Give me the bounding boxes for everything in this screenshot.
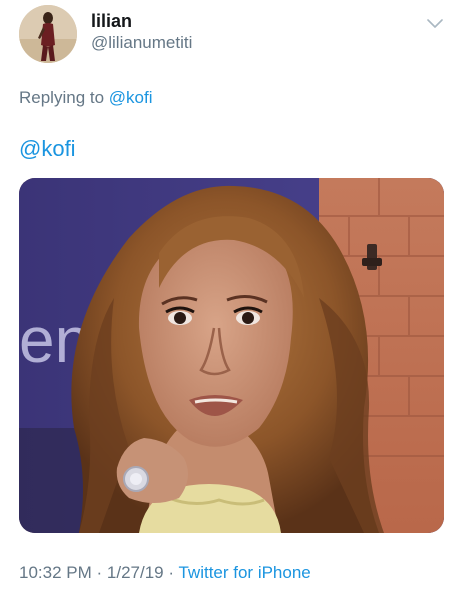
tweet-time[interactable]: 10:32 PM bbox=[19, 563, 92, 582]
chevron-down-icon[interactable] bbox=[427, 17, 443, 29]
tweet-text[interactable]: @kofi bbox=[19, 136, 76, 162]
timestamp-separator: · bbox=[168, 563, 175, 582]
timestamp-separator: · bbox=[96, 563, 103, 582]
tweet-timestamp: 10:32 PM · 1/27/19 · Twitter for iPhone bbox=[19, 563, 311, 583]
avatar-photo bbox=[19, 5, 77, 63]
avatar[interactable] bbox=[19, 5, 77, 63]
display-name[interactable]: lilian bbox=[91, 10, 132, 32]
replying-to-label: Replying to bbox=[19, 88, 105, 107]
user-handle[interactable]: @lilianumetiti bbox=[91, 33, 192, 53]
tweet-media-image[interactable]: en bbox=[19, 178, 444, 533]
tweet-detail: lilian @lilianumetiti Replying to @kofi … bbox=[0, 0, 463, 600]
tweet-source-link[interactable]: Twitter for iPhone bbox=[178, 563, 310, 582]
media-photo: en bbox=[19, 178, 444, 533]
replying-to-mention[interactable]: @kofi bbox=[109, 88, 153, 107]
tweet-date[interactable]: 1/27/19 bbox=[107, 563, 164, 582]
replying-to: Replying to @kofi bbox=[19, 88, 153, 108]
